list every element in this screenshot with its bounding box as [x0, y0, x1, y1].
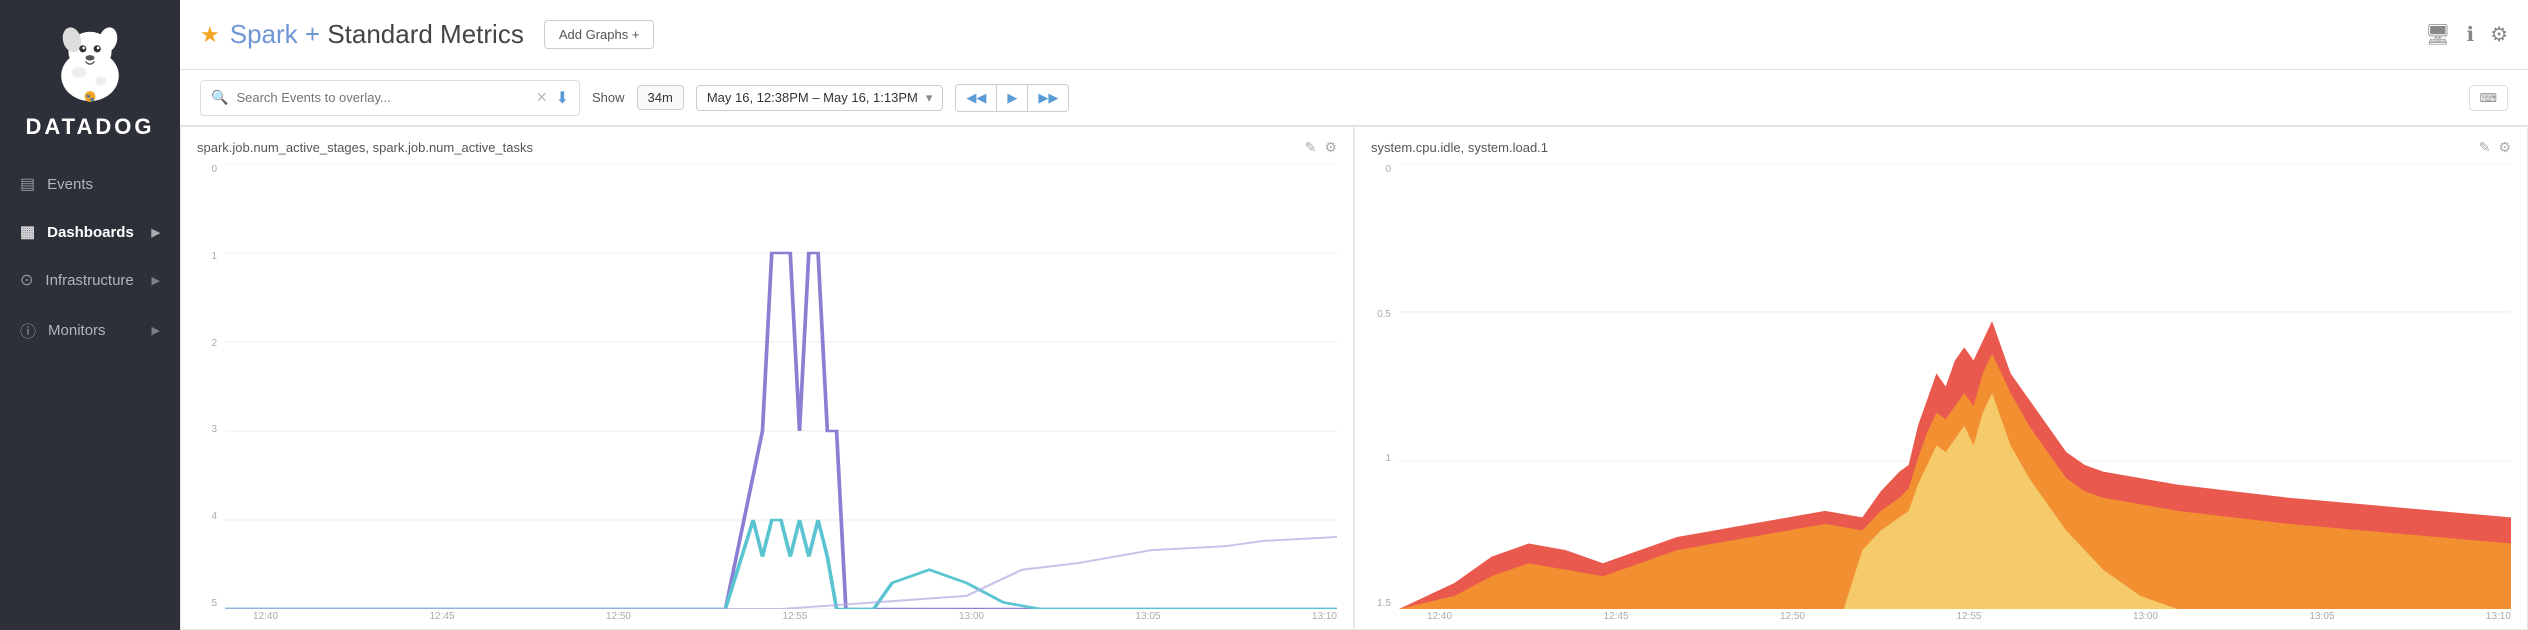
add-graphs-button[interactable]: Add Graphs +	[544, 20, 655, 49]
search-icon: 🔍	[211, 89, 228, 106]
y-axis-1: 5 4 3 2 1 0	[197, 164, 225, 629]
time-range-label: May 16, 12:38PM – May 16, 1:13PM	[707, 90, 918, 105]
chart-panel-1: spark.job.num_active_stages, spark.job.n…	[180, 126, 1354, 630]
time-play-button[interactable]: ▶	[997, 85, 1028, 111]
header-actions: 🖥 ℹ ⚙	[2425, 22, 2508, 47]
sidebar-label-monitors: Monitors	[48, 322, 106, 339]
infrastructure-icon: ⊙	[20, 270, 33, 290]
time-duration-badge[interactable]: 34m	[637, 85, 684, 110]
sidebar-logo: 🐾 DATADOG	[0, 0, 180, 150]
chart-settings-icon-1[interactable]: ⚙	[1324, 139, 1337, 156]
search-clear-icon[interactable]: ✕	[536, 89, 548, 106]
x-axis-labels-1: 12:40 12:45 12:50 12:55 13:00 13:05 13:1…	[225, 609, 1337, 629]
keyboard-shortcut-button[interactable]: ⌨	[2469, 85, 2508, 111]
sidebar-item-infrastructure[interactable]: ⊙ Infrastructure ▶	[0, 256, 180, 304]
sidebar-label-infrastructure: Infrastructure	[45, 272, 133, 289]
search-box: 🔍 ✕ ⬇	[200, 80, 580, 116]
sidebar-item-dashboards[interactable]: ▦ Dashboards ▶	[0, 208, 180, 256]
chart-edit-icon-1[interactable]: ✎	[1305, 139, 1317, 156]
search-power-icon[interactable]: ⬇	[556, 88, 569, 108]
time-range-selector[interactable]: May 16, 12:38PM – May 16, 1:13PM ▾	[696, 85, 944, 111]
favorite-star-icon[interactable]: ★	[200, 22, 220, 48]
title-suffix: Standard Metrics	[327, 19, 524, 49]
infrastructure-chevron-icon: ▶	[152, 274, 160, 287]
time-forward-button[interactable]: ▶▶	[1028, 85, 1068, 111]
info-icon[interactable]: ℹ	[2466, 22, 2474, 47]
time-range-chevron-icon: ▾	[926, 90, 933, 106]
charts-area: spark.job.num_active_stages, spark.job.n…	[180, 126, 2528, 630]
chart-header-1: spark.job.num_active_stages, spark.job.n…	[197, 139, 1337, 156]
sidebar-label-dashboards: Dashboards	[47, 224, 134, 241]
chart-panel-2: system.cpu.idle, system.load.1 ✎ ⚙ 1.5 1…	[1354, 126, 2528, 630]
x-axis-labels-2: 12:40 12:45 12:50 12:55 13:00 13:05 13:1…	[1399, 609, 2511, 629]
datadog-logo-icon: 🐾	[45, 20, 135, 110]
chart-title-1: spark.job.num_active_stages, spark.job.n…	[197, 140, 1305, 155]
add-graphs-label: Add Graphs +	[559, 27, 640, 42]
chart-settings-icon-2[interactable]: ⚙	[2498, 139, 2511, 156]
sidebar-label-events: Events	[47, 176, 93, 193]
chart-actions-1: ✎ ⚙	[1305, 139, 1337, 156]
page-header: ★ Spark + Standard Metrics Add Graphs + …	[180, 0, 2528, 70]
sidebar: 🐾 DATADOG ▤ Events ▦ Dashboards ▶ ⊙ Infr…	[0, 0, 180, 630]
sidebar-item-events[interactable]: ▤ Events	[0, 160, 180, 208]
toolbar: 🔍 ✕ ⬇ Show 34m May 16, 12:38PM – May 16,…	[180, 70, 2528, 126]
chart-actions-2: ✎ ⚙	[2479, 139, 2511, 156]
time-back-button[interactable]: ◀◀	[956, 85, 997, 111]
sidebar-item-monitors[interactable]: ⓘ Monitors ▶	[0, 304, 180, 356]
monitor-icon[interactable]: 🖥	[2425, 22, 2450, 47]
time-navigation: ◀◀ ▶ ▶▶	[955, 84, 1069, 112]
dashboards-chevron-icon: ▶	[152, 226, 160, 239]
events-icon: ▤	[20, 174, 35, 194]
dashboards-icon: ▦	[20, 222, 35, 242]
search-input[interactable]	[236, 90, 527, 105]
title-connector: +	[305, 19, 327, 49]
chart-header-2: system.cpu.idle, system.load.1 ✎ ⚙	[1371, 139, 2511, 156]
page-title: Spark + Standard Metrics	[230, 19, 524, 50]
chart-svg-1	[225, 164, 1337, 609]
chart-body-2: 1.5 1 0.5 0	[1371, 164, 2511, 629]
sidebar-navigation: ▤ Events ▦ Dashboards ▶ ⊙ Infrastructure…	[0, 160, 180, 356]
chart-edit-icon-2[interactable]: ✎	[2479, 139, 2491, 156]
title-prefix: Spark	[230, 19, 298, 49]
brand-label: DATADOG	[26, 114, 155, 140]
monitors-chevron-icon: ▶	[152, 324, 160, 337]
y-axis-2: 1.5 1 0.5 0	[1371, 164, 1399, 629]
chart-body-1: 5 4 3 2 1 0	[197, 164, 1337, 629]
chart-svg-2	[1399, 164, 2511, 609]
settings-icon[interactable]: ⚙	[2490, 22, 2508, 47]
main-content: ★ Spark + Standard Metrics Add Graphs + …	[180, 0, 2528, 630]
chart-title-2: system.cpu.idle, system.load.1	[1371, 140, 2479, 155]
monitors-icon: ⓘ	[20, 318, 36, 342]
keyboard-icon-symbol: ⌨	[2480, 91, 2497, 105]
show-label: Show	[592, 90, 625, 105]
svg-text:🐾: 🐾	[86, 93, 95, 102]
